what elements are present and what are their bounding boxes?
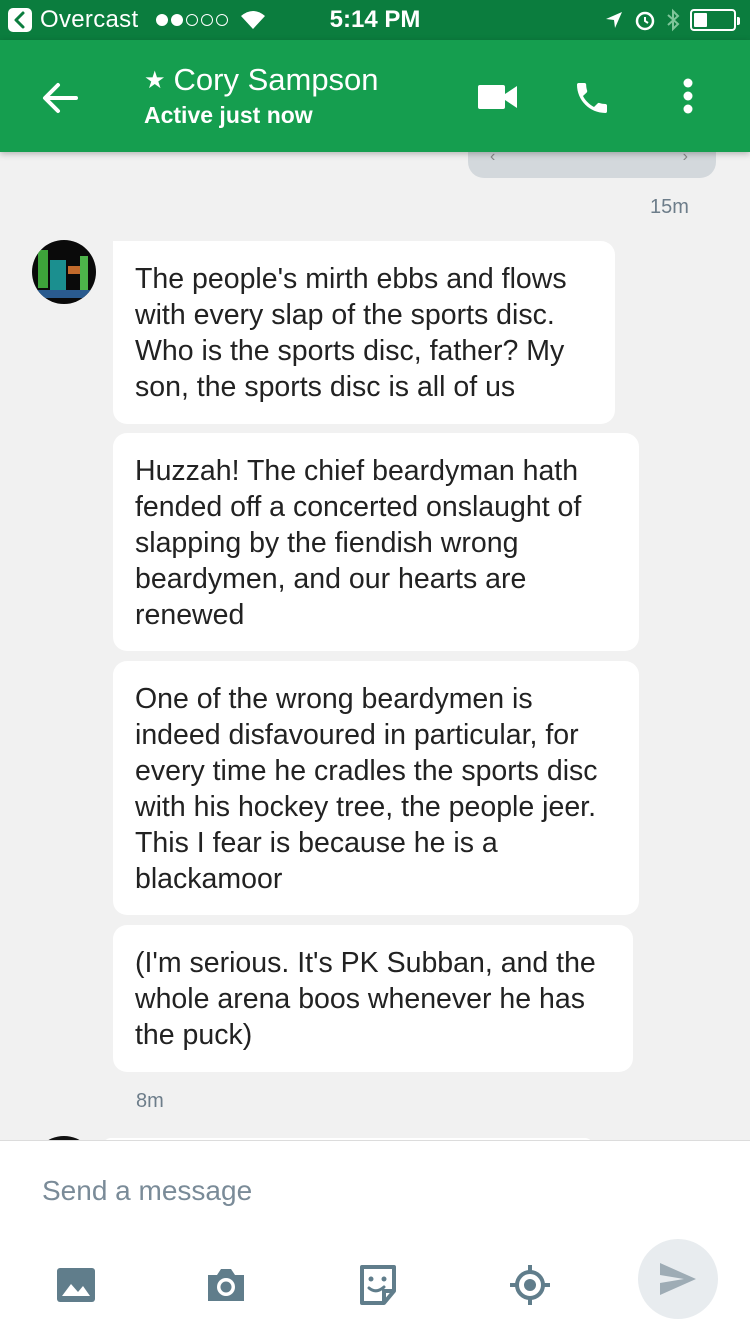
battery-icon: [690, 9, 740, 31]
conversation-title[interactable]: ★ Cory Sampson Active just now: [144, 62, 379, 129]
more-options-icon[interactable]: [682, 78, 694, 114]
incoming-message[interactable]: (I'm serious. It's PK Subban, and the wh…: [113, 925, 633, 1072]
conversation-view[interactable]: ‹ › 15m The people's mirth ebbs and flow…: [0, 152, 750, 1140]
contact-name: Cory Sampson: [173, 62, 379, 97]
star-icon: ★: [144, 66, 166, 94]
message-input[interactable]: [42, 1171, 602, 1211]
send-icon: [660, 1263, 696, 1295]
location-icon: [606, 12, 622, 28]
sticker-icon[interactable]: [356, 1263, 400, 1307]
contact-avatar[interactable]: [32, 240, 96, 304]
bluetooth-icon: [667, 8, 680, 32]
message-timestamp: 15m: [650, 196, 689, 218]
incoming-message[interactable]: Huzzah! The chief beardyman hath fended …: [113, 433, 639, 651]
app-bar: ★ Cory Sampson Active just now: [0, 40, 750, 152]
alarm-icon: [635, 11, 655, 31]
outgoing-message-partial: ‹ ›: [468, 152, 716, 178]
location-share-icon[interactable]: [508, 1263, 552, 1307]
image-gallery-icon[interactable]: [54, 1263, 98, 1307]
message-timestamp: 8m: [136, 1090, 164, 1112]
back-arrow-icon[interactable]: [38, 76, 82, 120]
status-bar: Overcast 5:14 PM: [0, 0, 750, 40]
phone-call-icon[interactable]: [572, 78, 612, 118]
status-indicators: [604, 8, 740, 32]
incoming-message[interactable]: One of the wrong beardymen is indeed dis…: [113, 661, 639, 915]
message-composer: [0, 1140, 750, 1334]
incoming-message[interactable]: The people's mirth ebbs and flows with e…: [113, 241, 615, 424]
video-call-icon[interactable]: [478, 84, 518, 110]
presence-status: Active just now: [144, 102, 313, 128]
camera-icon[interactable]: [204, 1263, 248, 1307]
send-button[interactable]: [638, 1239, 718, 1319]
